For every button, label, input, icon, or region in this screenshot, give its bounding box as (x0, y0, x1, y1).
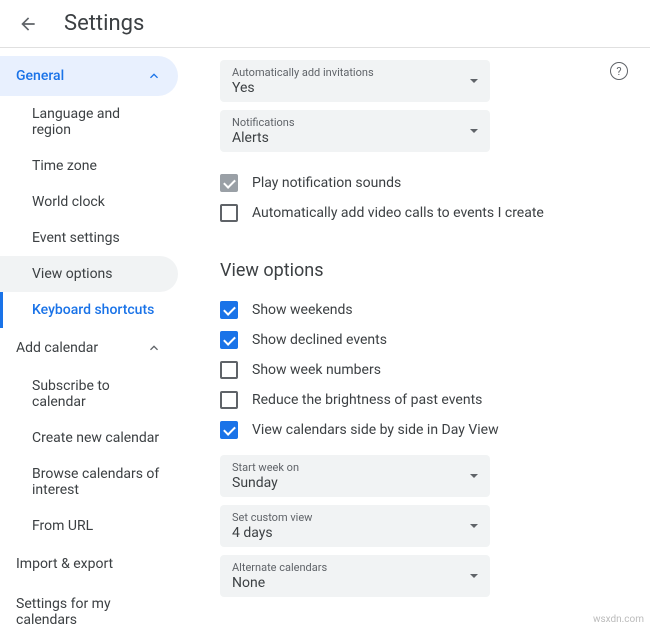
sidebar-item-language[interactable]: Language and region (0, 96, 178, 148)
sidebar-item-label: Import & export (16, 556, 113, 572)
checkbox-auto-video[interactable] (220, 204, 238, 222)
chevron-down-icon (470, 474, 478, 478)
sidebar-item-timezone[interactable]: Time zone (0, 148, 178, 184)
chevron-down-icon (470, 79, 478, 83)
checkbox-week-numbers[interactable] (220, 361, 238, 379)
main-content: ? Automatically add invitations Yes Noti… (190, 48, 650, 631)
arrow-left-icon (18, 14, 38, 34)
dropdown-label: Start week on (232, 461, 299, 474)
sidebar-item-worldclock[interactable]: World clock (0, 184, 178, 220)
checkbox-label: Show declined events (252, 332, 387, 348)
sidebar-section-label: Add calendar (16, 340, 98, 356)
checkbox-side-by-side[interactable] (220, 421, 238, 439)
dropdown-alt-calendars[interactable]: Alternate calendars None (220, 555, 490, 597)
back-button[interactable] (16, 12, 40, 36)
dropdown-custom-view[interactable]: Set custom view 4 days (220, 505, 490, 547)
chevron-up-icon (146, 68, 162, 84)
dropdown-label: Notifications (232, 116, 295, 129)
chevron-up-icon (146, 340, 162, 356)
section-title-viewoptions: View options (220, 260, 630, 281)
sidebar-section-general[interactable]: General (0, 56, 178, 96)
sidebar-item-viewoptions[interactable]: View options (0, 256, 178, 292)
checkbox-show-declined[interactable] (220, 331, 238, 349)
dropdown-start-week[interactable]: Start week on Sunday (220, 455, 490, 497)
dropdown-label: Automatically add invitations (232, 66, 374, 79)
sidebar-section-label: General (16, 68, 64, 84)
sidebar-item-browsecal[interactable]: Browse calendars of interest (0, 456, 178, 508)
checkbox-label: Show weekends (252, 302, 353, 318)
dropdown-invitations[interactable]: Automatically add invitations Yes (220, 60, 490, 102)
checkbox-show-weekends[interactable] (220, 301, 238, 319)
sidebar-item-importexport[interactable]: Import & export (0, 544, 178, 584)
dropdown-notifications[interactable]: Notifications Alerts (220, 110, 490, 152)
sidebar-item-createcal[interactable]: Create new calendar (0, 420, 178, 456)
dropdown-value: None (232, 575, 327, 591)
checkbox-label: Show week numbers (252, 362, 381, 378)
sidebar-item-fromurl[interactable]: From URL (0, 508, 178, 544)
dropdown-value: Sunday (232, 475, 299, 491)
help-icon[interactable]: ? (610, 62, 628, 80)
chevron-down-icon (470, 524, 478, 528)
dropdown-value: Yes (232, 80, 374, 96)
sidebar-item-subscribe[interactable]: Subscribe to calendar (0, 368, 178, 420)
watermark: wsxdn.com (593, 614, 644, 625)
dropdown-label: Alternate calendars (232, 561, 327, 574)
sidebar-item-eventsettings[interactable]: Event settings (0, 220, 178, 256)
dropdown-label: Set custom view (232, 511, 312, 524)
chevron-down-icon (470, 574, 478, 578)
sidebar: General Language and region Time zone Wo… (0, 48, 190, 631)
checkbox-label: Automatically add video calls to events … (252, 205, 544, 221)
dropdown-value: Alerts (232, 130, 295, 146)
sidebar-section-addcalendar[interactable]: Add calendar (0, 328, 178, 368)
checkbox-label: Reduce the brightness of past events (252, 392, 482, 408)
sidebar-mycalendars-label: Settings for my calendars (0, 584, 190, 631)
chevron-down-icon (470, 129, 478, 133)
dropdown-value: 4 days (232, 525, 312, 541)
sidebar-item-shortcuts[interactable]: Keyboard shortcuts (0, 292, 178, 328)
checkbox-label: Play notification sounds (252, 175, 401, 191)
checkbox-label: View calendars side by side in Day View (252, 422, 499, 438)
page-title: Settings (64, 11, 144, 36)
checkbox-play-sounds[interactable] (220, 174, 238, 192)
checkbox-reduce-brightness[interactable] (220, 391, 238, 409)
